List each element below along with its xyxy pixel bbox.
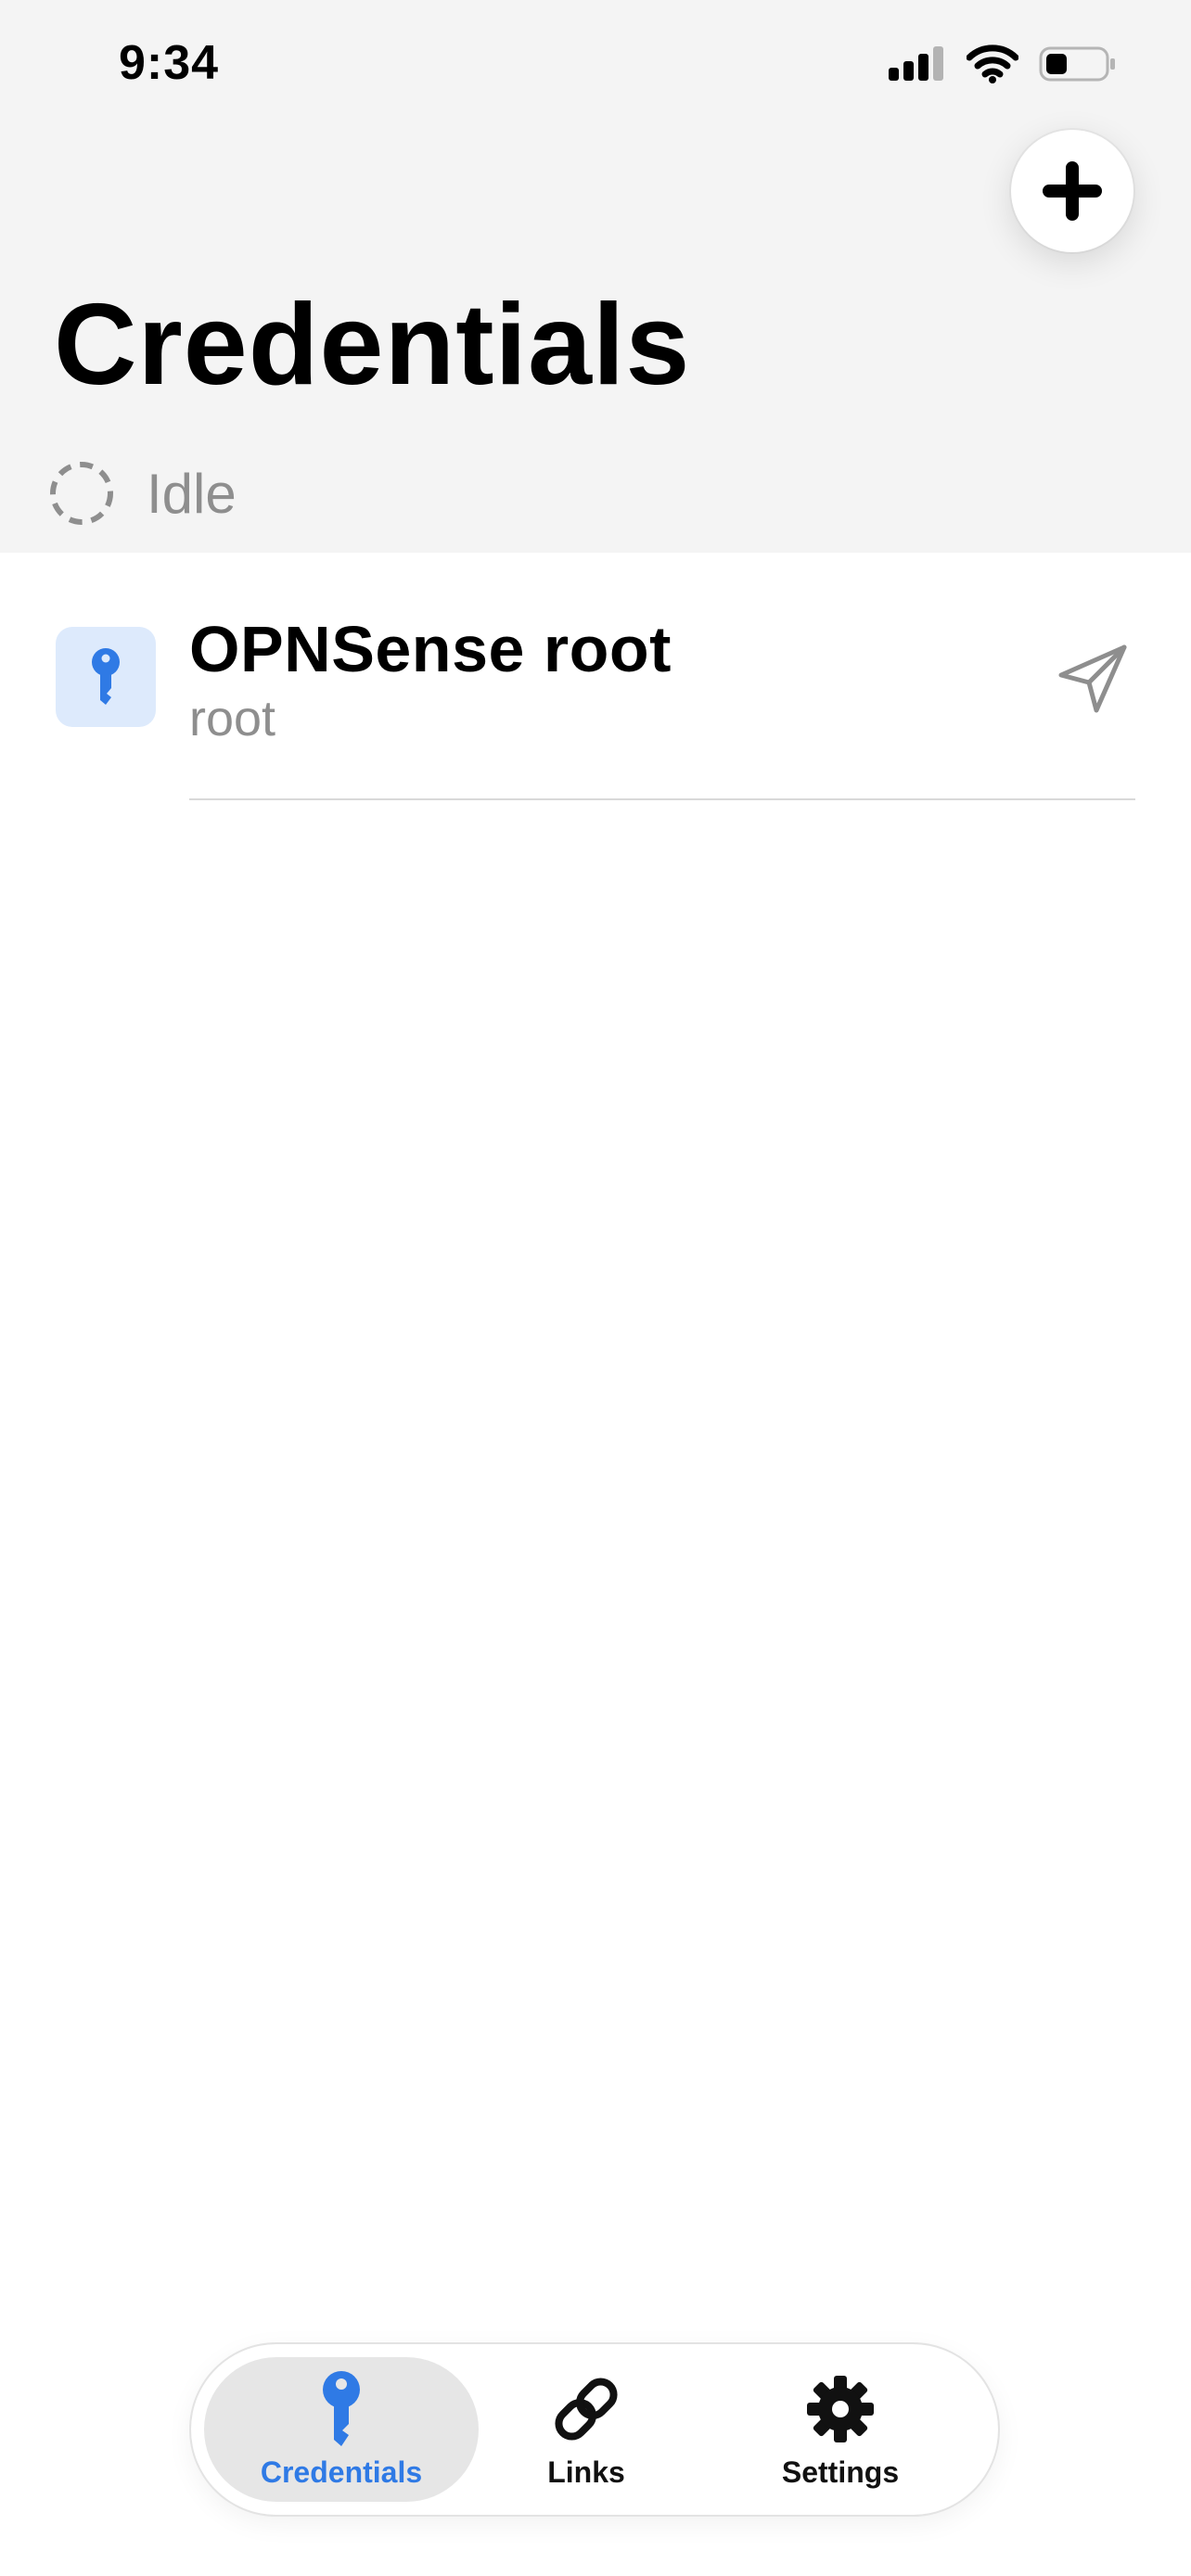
header: 9:34 Credentials Idle xyxy=(0,0,1191,553)
tab-settings[interactable]: Settings xyxy=(724,2357,957,2502)
send-credential-button[interactable] xyxy=(1054,640,1132,718)
sync-status: Idle xyxy=(48,456,237,530)
credential-row[interactable]: OPNSense root root xyxy=(0,593,1191,800)
tab-credentials[interactable]: Credentials xyxy=(204,2357,479,2502)
add-credential-button[interactable] xyxy=(1011,130,1133,252)
paper-plane-send-icon xyxy=(1058,644,1127,713)
key-icon xyxy=(92,648,120,705)
row-divider xyxy=(189,798,1135,800)
wifi-icon xyxy=(967,45,1018,83)
dashed-circle-icon xyxy=(50,462,113,525)
gear-icon xyxy=(807,2375,874,2442)
tab-bar: Credentials Links Settings xyxy=(191,2344,998,2515)
cellular-signal-icon xyxy=(889,46,943,81)
tab-label: Credentials xyxy=(260,2455,423,2489)
status-time: 9:34 xyxy=(119,36,220,90)
credential-icon-tile xyxy=(56,627,156,727)
link-icon xyxy=(555,2377,618,2441)
credential-username: root xyxy=(189,691,276,746)
plus-icon xyxy=(1043,161,1102,221)
battery-icon xyxy=(1039,46,1115,82)
sync-status-label: Idle xyxy=(147,462,237,525)
tab-links[interactable]: Links xyxy=(469,2357,703,2502)
tab-label: Links xyxy=(547,2455,625,2489)
status-icons xyxy=(889,45,1117,83)
key-icon xyxy=(323,2370,360,2446)
credential-title: OPNSense root xyxy=(189,613,672,685)
tab-label: Settings xyxy=(781,2455,900,2489)
page-title: Credentials xyxy=(54,281,691,409)
